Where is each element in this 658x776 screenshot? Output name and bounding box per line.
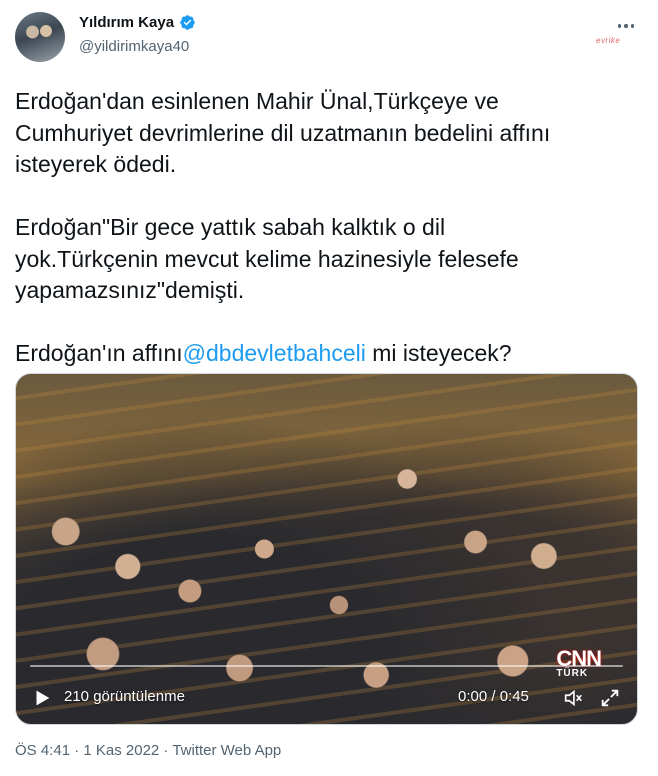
- more-options-icon[interactable]: [612, 16, 640, 36]
- mention-link[interactable]: @dbdevletbahceli: [183, 340, 366, 366]
- play-icon[interactable]: [31, 687, 53, 709]
- author-name-row: Yıldırım Kaya: [79, 14, 196, 31]
- tweet-text-suffix: mi isteyecek?: [365, 340, 512, 366]
- video-frame: [16, 374, 637, 724]
- tweet-line: Cumhuriyet devrimlerine dil uzatmanın be…: [15, 119, 551, 146]
- verified-badge-icon: [180, 15, 195, 30]
- tweet-meta[interactable]: ÖS 4:41 · 1 Kas 2022 · Twitter Web App: [15, 742, 281, 759]
- author-handle[interactable]: @yildirimkaya40: [79, 38, 189, 55]
- tweet-line-mention: Erdoğan'ın affını@dbdevletbahceli mi ist…: [15, 338, 640, 370]
- fullscreen-icon[interactable]: [599, 687, 621, 709]
- tweet-line: yapamazsınız"demişti.: [15, 277, 245, 303]
- author-name[interactable]: Yıldırım Kaya: [79, 14, 174, 31]
- video-time: 0:00 / 0:45: [458, 688, 529, 705]
- avatar[interactable]: [15, 12, 65, 62]
- view-count: 210 görüntülenme: [64, 688, 185, 705]
- tweet-line: Erdoğan"Bir gece yattık sabah kalktık o …: [15, 214, 446, 240]
- tweet-card: Yıldırım Kaya @yildirimkaya40 evrike Erd…: [0, 0, 658, 776]
- tweet-line: isteyerek ödedi.: [15, 151, 177, 177]
- tweet-text-prefix: Erdoğan'ın affını: [15, 340, 183, 366]
- watermark-text: evrike: [596, 36, 621, 45]
- video-player[interactable]: CNN TÜRK 210 görüntülenme 0:00 / 0:45: [15, 373, 638, 725]
- tweet-line: yok.Türkçenin mevcut kelime hazinesiyle …: [15, 245, 519, 272]
- volume-icon[interactable]: [562, 687, 584, 709]
- video-progress-bar[interactable]: [30, 665, 623, 667]
- tweet-line: Erdoğan'dan esinlenen Mahir Ünal,Türkçey…: [15, 88, 499, 114]
- channel-logo: CNN TÜRK: [556, 646, 602, 679]
- tweet-text: Erdoğan'dan esinlenen Mahir Ünal,Türkçey…: [15, 86, 640, 370]
